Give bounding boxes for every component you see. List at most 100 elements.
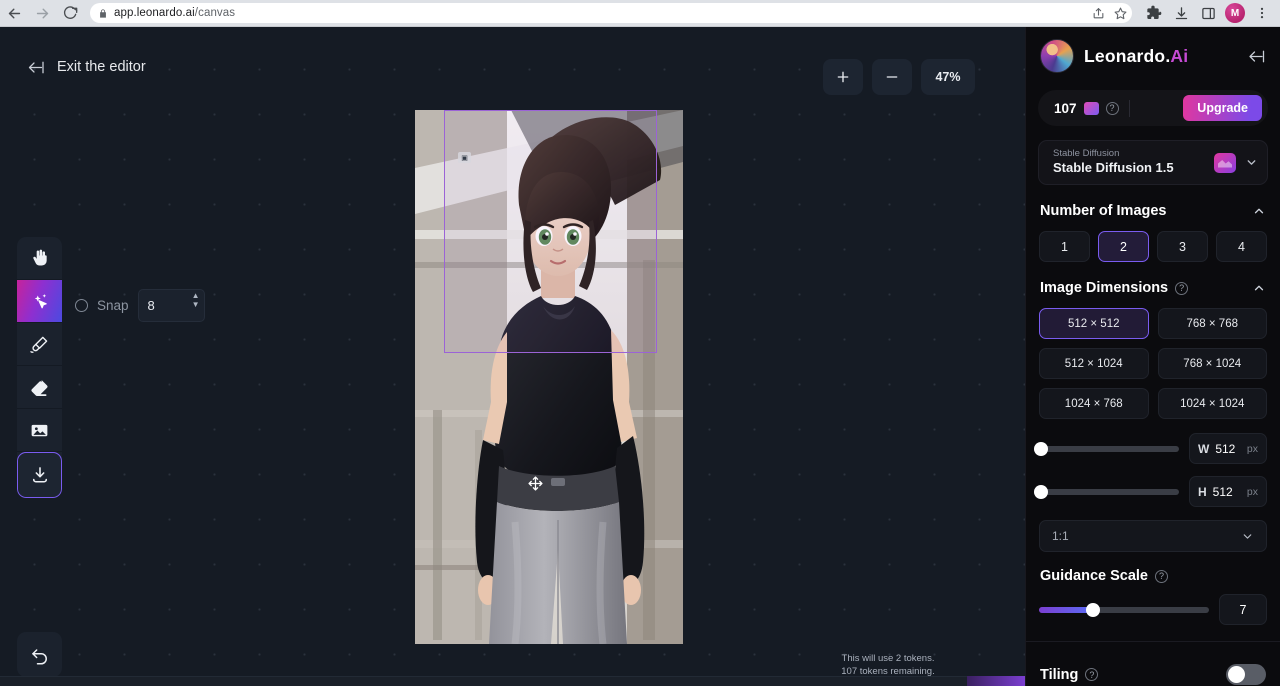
url-text: app.leonardo.ai/canvas — [114, 7, 235, 19]
guidance-scale-header: Guidance Scale ? — [1026, 568, 1280, 584]
image-dimensions-header[interactable]: Image Dimensions ? — [1026, 280, 1280, 296]
move-cursor-icon — [527, 475, 544, 492]
height-label: H — [1198, 485, 1207, 499]
back-arrow-icon[interactable] — [0, 1, 28, 25]
num-images-option-3[interactable]: 3 — [1157, 231, 1208, 262]
image-dimensions-title: Image Dimensions — [1040, 280, 1168, 296]
snap-control: Snap 8 ▲ ▼ — [75, 289, 205, 322]
brand-title: Leonardo.Ai — [1084, 46, 1188, 67]
snap-input[interactable]: 8 ▲ ▼ — [138, 289, 205, 322]
address-bar[interactable]: app.leonardo.ai/canvas — [90, 3, 1132, 23]
tiling-title: Tiling — [1040, 667, 1078, 683]
num-images-option-4[interactable]: 4 — [1216, 231, 1267, 262]
tool-rail — [17, 237, 62, 498]
dim-option-512x512[interactable]: 512 × 512 — [1039, 308, 1149, 339]
brand-row: Leonardo.Ai — [1026, 27, 1280, 79]
download-icon[interactable] — [1169, 1, 1193, 25]
stepper-up-icon[interactable]: ▲ — [192, 292, 200, 300]
width-label: W — [1198, 442, 1209, 456]
token-balance-bar: 107 ? Upgrade — [1038, 90, 1268, 126]
download-tool[interactable] — [17, 452, 62, 498]
guidance-scale-help-icon[interactable]: ? — [1155, 570, 1168, 583]
model-name-label: Stable Diffusion 1.5 — [1053, 161, 1214, 176]
guidance-scale-slider[interactable] — [1039, 607, 1209, 613]
num-images-option-2[interactable]: 2 — [1098, 231, 1149, 262]
stepper-down-icon[interactable]: ▼ — [192, 301, 200, 309]
canvas-workspace[interactable]: Exit the editor 47% — [0, 27, 1025, 686]
snap-stepper[interactable]: ▲ ▼ — [192, 292, 200, 309]
collapse-panel-icon[interactable] — [1246, 49, 1266, 64]
chevron-down-icon[interactable] — [1245, 156, 1258, 169]
divider — [1129, 100, 1130, 117]
height-field[interactable]: H 512 px — [1189, 476, 1267, 507]
tiling-toggle[interactable] — [1226, 664, 1266, 685]
canvas-artwork[interactable] — [415, 110, 683, 644]
snap-toggle-icon[interactable] — [75, 299, 88, 312]
tiling-help-icon[interactable]: ? — [1085, 668, 1098, 681]
num-images-option-1[interactable]: 1 — [1039, 231, 1090, 262]
guidance-scale-value[interactable]: 7 — [1219, 594, 1267, 625]
token-help-icon[interactable]: ? — [1106, 102, 1119, 115]
upload-image-tool[interactable] — [17, 409, 62, 452]
browser-actions: M — [1142, 1, 1280, 25]
zoom-controls: 47% — [823, 59, 975, 95]
number-of-images-header[interactable]: Number of Images — [1026, 203, 1280, 219]
zoom-level-display[interactable]: 47% — [921, 59, 975, 95]
star-icon[interactable] — [1110, 3, 1130, 23]
lock-icon — [98, 8, 108, 19]
zoom-in-button[interactable] — [823, 59, 863, 95]
model-thumbnail-icon — [1214, 153, 1236, 173]
dim-option-1024x1024[interactable]: 1024 × 1024 — [1158, 388, 1268, 419]
chevron-down-icon[interactable] — [1241, 530, 1254, 543]
dim-option-1024x768[interactable]: 1024 × 768 — [1039, 388, 1149, 419]
dim-option-768x1024[interactable]: 768 × 1024 — [1158, 348, 1268, 379]
image-dimensions-help-icon[interactable]: ? — [1175, 282, 1188, 295]
chevron-up-icon[interactable] — [1252, 204, 1266, 218]
token-usage-line1: This will use 2 tokens. — [793, 652, 983, 665]
upgrade-button[interactable]: Upgrade — [1183, 95, 1262, 121]
browser-toolbar: app.leonardo.ai/canvas M — [0, 0, 1280, 27]
width-unit: px — [1247, 443, 1258, 455]
reload-icon[interactable] — [56, 1, 84, 25]
width-value: 512 — [1215, 442, 1235, 456]
avatar[interactable] — [1040, 39, 1074, 73]
side-panel-icon[interactable] — [1196, 1, 1220, 25]
width-slider[interactable] — [1039, 446, 1179, 452]
eraser-tool[interactable] — [17, 366, 62, 409]
exit-editor-label: Exit the editor — [57, 59, 146, 75]
magic-select-tool[interactable] — [17, 280, 62, 323]
forward-arrow-icon[interactable] — [28, 1, 56, 25]
number-of-images-options: 1 2 3 4 — [1026, 231, 1280, 262]
height-row: H 512 px — [1026, 476, 1280, 507]
tiling-toggle-knob — [1228, 666, 1245, 683]
model-selector[interactable]: Stable Diffusion Stable Diffusion 1.5 — [1038, 140, 1268, 185]
token-usage-note: This will use 2 tokens. 107 tokens remai… — [793, 652, 983, 678]
zoom-out-button[interactable] — [872, 59, 912, 95]
token-coin-icon — [1084, 102, 1099, 115]
token-count: 107 — [1054, 101, 1077, 116]
snap-value: 8 — [148, 298, 155, 313]
share-icon[interactable] — [1088, 3, 1108, 23]
dim-option-768x768[interactable]: 768 × 768 — [1158, 308, 1268, 339]
guidance-scale-row: 7 — [1026, 594, 1280, 625]
tiling-row: Tiling ? — [1026, 664, 1280, 685]
height-slider[interactable] — [1039, 489, 1179, 495]
aspect-ratio-value: 1:1 — [1052, 529, 1069, 543]
three-dots-icon[interactable] — [1250, 1, 1274, 25]
bottom-toolbar-strip[interactable] — [0, 676, 1025, 686]
hand-tool[interactable] — [17, 237, 62, 280]
puzzle-icon[interactable] — [1142, 1, 1166, 25]
image-dimension-options: 512 × 512 768 × 768 512 × 1024 768 × 102… — [1026, 308, 1280, 419]
inpaint-brush-tool[interactable] — [17, 323, 62, 366]
selection-badge-icon[interactable]: ▣ — [458, 152, 471, 163]
exit-editor-button[interactable]: Exit the editor — [26, 59, 146, 75]
bottom-generate-accent[interactable] — [967, 676, 1025, 686]
undo-button[interactable] — [17, 632, 62, 677]
generated-image — [415, 110, 683, 644]
chevron-up-icon[interactable] — [1252, 281, 1266, 295]
settings-sidebar: Leonardo.Ai 107 ? Upgrade Stable Diffusi… — [1025, 27, 1280, 686]
width-field[interactable]: W 512 px — [1189, 433, 1267, 464]
dim-option-512x1024[interactable]: 512 × 1024 — [1039, 348, 1149, 379]
aspect-ratio-select[interactable]: 1:1 — [1039, 520, 1267, 552]
profile-avatar[interactable]: M — [1225, 3, 1245, 23]
